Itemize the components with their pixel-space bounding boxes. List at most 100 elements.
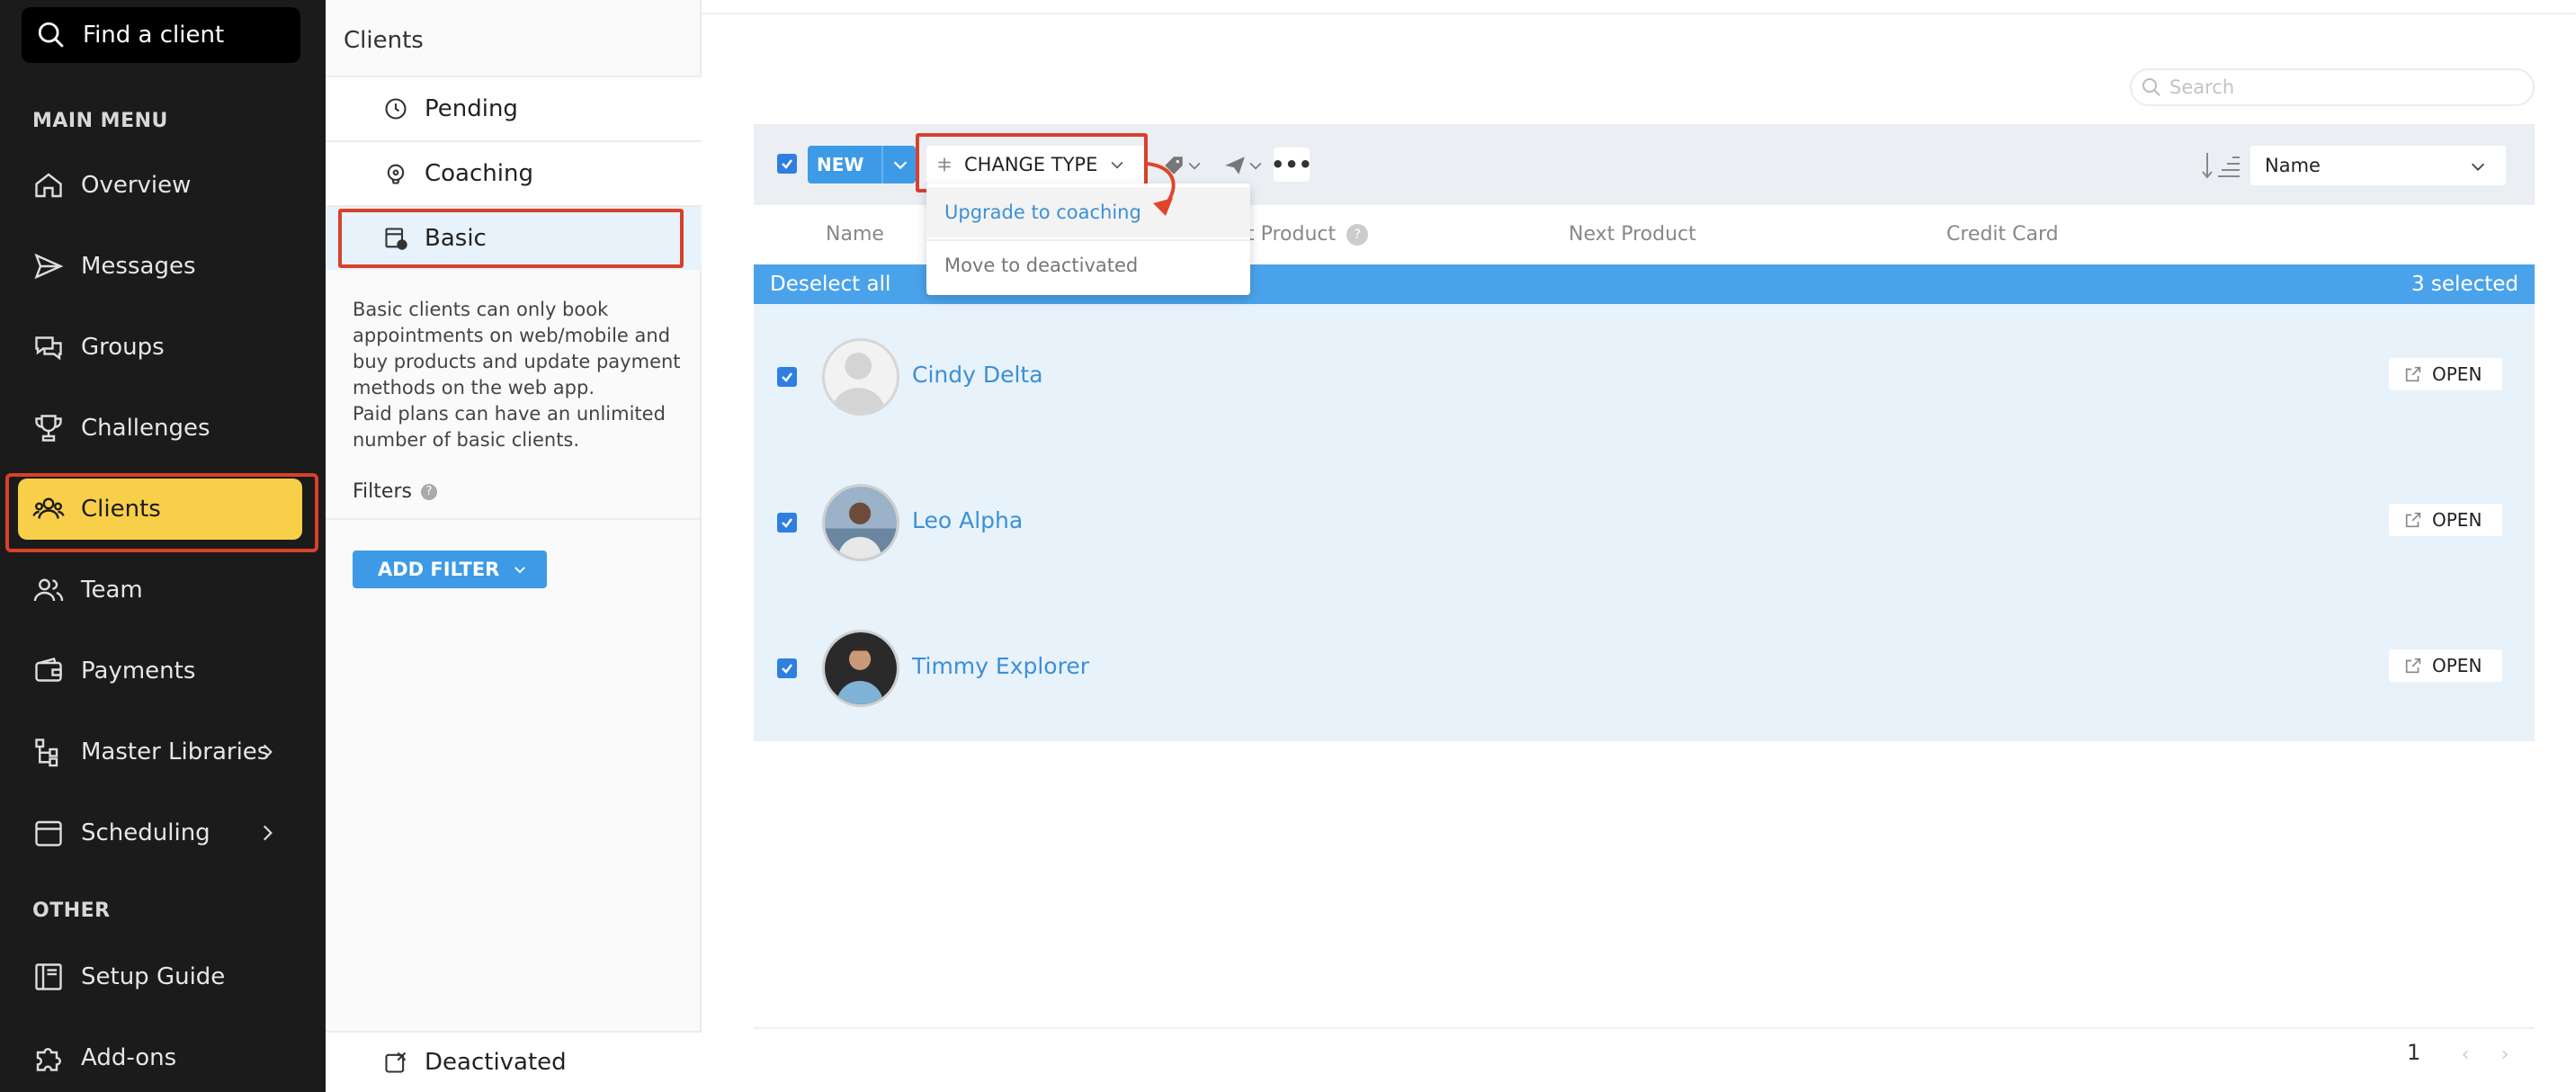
client-type-pending[interactable]: Pending xyxy=(326,77,702,140)
client-type-label: Coaching xyxy=(425,160,533,187)
clock-icon xyxy=(385,98,407,120)
external-link-icon xyxy=(2405,658,2421,674)
table-row[interactable]: Timmy Explorer OPEN xyxy=(754,595,2535,741)
nav-item-overview[interactable]: Overview xyxy=(18,155,302,216)
main-sidebar: Find a client MAIN MENU Overview Message… xyxy=(0,0,326,1092)
table-row[interactable]: Leo Alpha OPEN xyxy=(754,450,2535,595)
chevron-down-icon[interactable] xyxy=(890,155,910,175)
client-type-label: Pending xyxy=(425,95,518,122)
home-icon xyxy=(35,173,62,198)
column-header-last-product[interactable]: t Product? xyxy=(1247,223,1369,246)
client-list: Cindy Delta OPEN Leo Alpha OPEN Timmy Ex… xyxy=(754,304,2535,741)
help-icon[interactable]: ? xyxy=(1346,224,1369,246)
client-name-link[interactable]: Cindy Delta xyxy=(912,362,1043,388)
table-row[interactable]: Cindy Delta OPEN xyxy=(754,304,2535,450)
sort-field-select[interactable]: Name xyxy=(2250,146,2506,185)
chevron-right-icon xyxy=(263,825,273,841)
row-checkbox[interactable] xyxy=(777,658,797,678)
pagination-current-page: 1 xyxy=(2407,1040,2421,1065)
panel-title: Clients xyxy=(344,27,424,54)
external-link-icon xyxy=(2405,366,2421,382)
menu-item-move-to-deactivated[interactable]: Move to deactivated xyxy=(926,239,1250,290)
row-checkbox[interactable] xyxy=(777,513,797,533)
selected-count: 3 selected xyxy=(2411,273,2518,296)
sort-order-icon[interactable] xyxy=(2200,149,2243,182)
pagination-next-button[interactable]: › xyxy=(2490,1038,2520,1070)
deselect-all-button[interactable]: Deselect all xyxy=(770,273,890,296)
client-name-link[interactable]: Leo Alpha xyxy=(912,507,1023,533)
row-checkbox[interactable] xyxy=(777,367,797,387)
nav-item-messages[interactable]: Messages xyxy=(18,236,302,297)
nav-item-master-libraries[interactable]: Master Libraries xyxy=(18,721,302,783)
user-photo-icon xyxy=(825,632,897,704)
nav-item-label: Add-ons xyxy=(81,1044,177,1071)
annotation-arrow-icon xyxy=(1147,162,1176,216)
puzzle-icon xyxy=(36,1048,61,1071)
find-client-search[interactable]: Find a client xyxy=(22,7,300,63)
clients-highlight-box xyxy=(5,473,318,552)
clients-type-panel: Clients Pending Coaching Basic Basic cli… xyxy=(326,0,702,1092)
user-placeholder-icon xyxy=(831,353,885,413)
external-link-icon xyxy=(2405,512,2421,528)
new-client-button[interactable]: NEW xyxy=(808,146,916,183)
open-client-button[interactable]: OPEN xyxy=(2389,504,2502,536)
nav-item-team[interactable]: Team xyxy=(18,559,302,621)
column-header-credit-card[interactable]: Credit Card xyxy=(1946,223,2059,246)
check-icon xyxy=(782,518,792,528)
column-header-name[interactable]: Name xyxy=(826,223,884,246)
chevron-down-icon xyxy=(514,567,526,574)
more-actions-button[interactable]: ••• xyxy=(1271,148,1312,182)
nav-item-add-ons[interactable]: Add-ons xyxy=(18,1027,302,1088)
client-type-label: Deactivated xyxy=(425,1049,567,1076)
other-heading: OTHER xyxy=(32,900,111,922)
wallet-icon xyxy=(35,658,62,682)
avatar[interactable] xyxy=(822,338,899,416)
nav-item-groups[interactable]: Groups xyxy=(18,317,302,378)
column-header-next-product[interactable]: Next Product xyxy=(1569,223,1696,246)
search-icon xyxy=(2142,78,2160,96)
send-icon xyxy=(34,253,64,280)
check-icon xyxy=(782,664,792,674)
divider xyxy=(881,146,883,183)
chevron-down-icon xyxy=(2471,163,2485,171)
find-client-label: Find a client xyxy=(83,22,225,49)
check-icon xyxy=(782,372,792,382)
nav-item-scheduling[interactable]: Scheduling xyxy=(18,802,302,864)
whistle-icon xyxy=(387,164,405,184)
clients-search-input[interactable]: Search xyxy=(2130,68,2535,106)
deactivated-icon xyxy=(385,1052,407,1073)
chat-icon xyxy=(35,336,62,361)
client-type-coaching[interactable]: Coaching xyxy=(326,142,702,205)
basic-highlight-box xyxy=(338,209,684,268)
book-icon xyxy=(35,963,62,990)
nav-item-label: Overview xyxy=(81,172,192,199)
avatar[interactable] xyxy=(822,630,899,707)
library-icon xyxy=(35,738,58,767)
open-client-button[interactable]: OPEN xyxy=(2389,649,2502,682)
nav-item-label: Challenges xyxy=(81,415,210,442)
open-client-button[interactable]: OPEN xyxy=(2389,358,2502,390)
nav-item-label: Master Libraries xyxy=(81,738,270,765)
nav-item-label: Setup Guide xyxy=(81,963,226,990)
nav-item-payments[interactable]: Payments xyxy=(18,640,302,702)
divider xyxy=(326,518,702,520)
help-icon[interactable]: ? xyxy=(420,483,437,500)
add-filter-button[interactable]: ADD FILTER xyxy=(353,550,547,588)
select-all-checkbox[interactable] xyxy=(777,154,797,174)
divider xyxy=(754,1027,2535,1029)
user-photo-icon xyxy=(825,487,897,559)
avatar[interactable] xyxy=(822,484,899,561)
chevron-right-icon xyxy=(263,744,273,760)
team-icon xyxy=(33,578,64,602)
client-name-link[interactable]: Timmy Explorer xyxy=(912,653,1089,679)
send-dropdown[interactable] xyxy=(1223,153,1265,178)
chevron-down-icon xyxy=(1249,162,1262,170)
client-type-deactivated[interactable]: Deactivated xyxy=(326,1033,702,1092)
trophy-icon xyxy=(35,415,62,442)
nav-item-challenges[interactable]: Challenges xyxy=(18,398,302,459)
pagination-prev-button[interactable]: ‹ xyxy=(2450,1038,2481,1070)
filters-label: Filters ? xyxy=(353,480,437,503)
divider xyxy=(702,13,2576,14)
nav-item-setup-guide[interactable]: Setup Guide xyxy=(18,946,302,1007)
main-menu-heading: MAIN MENU xyxy=(32,110,168,132)
